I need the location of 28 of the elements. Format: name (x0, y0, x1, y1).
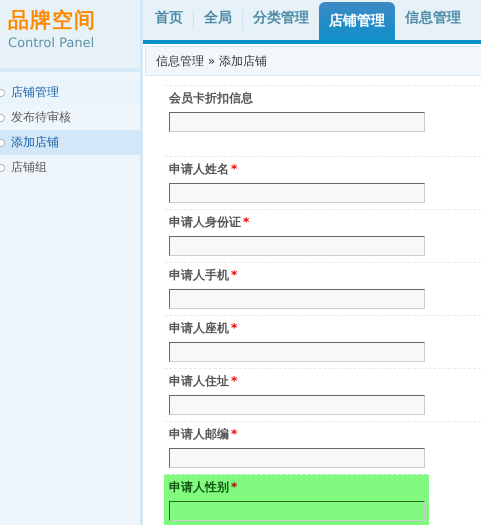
field-label: 申请人手机 * (169, 268, 238, 283)
logo-subtitle: Control Panel (8, 36, 94, 51)
field-label: 申请人住址 * (169, 374, 238, 389)
field-label: 申请人邮编 * (169, 427, 238, 442)
nav-tab[interactable]: 分类管理 (243, 2, 319, 40)
text-input[interactable] (169, 448, 425, 468)
sidebar-item[interactable]: 发布待审核 (0, 105, 140, 130)
nav-tab[interactable]: 店铺管理 (319, 2, 395, 40)
nav-tab[interactable]: 全局 (194, 2, 242, 40)
nav-tab[interactable]: 信息管理 (395, 2, 471, 40)
text-input[interactable] (169, 342, 425, 362)
text-input[interactable] (169, 395, 425, 415)
field-label: 申请人性别 * (169, 480, 238, 495)
field-label: 申请人姓名 * (169, 162, 238, 177)
field-label: 会员卡折扣信息 (169, 91, 254, 106)
text-input[interactable] (169, 289, 425, 309)
logo-title: 品牌空间 (8, 7, 96, 34)
text-input[interactable] (169, 236, 425, 256)
sidebar-item[interactable]: 店铺管理 (0, 80, 140, 105)
nav-tab[interactable]: 首页 (145, 2, 193, 40)
text-input[interactable] (169, 501, 425, 521)
breadcrumb: 信息管理 » 添加店铺 (156, 52, 267, 70)
text-input[interactable] (169, 112, 425, 132)
sidebar-item[interactable]: 添加店铺 (0, 130, 140, 155)
text-input[interactable] (169, 183, 425, 203)
field-label: 申请人身份证 * (169, 215, 250, 230)
field-label: 申请人座机 * (169, 321, 238, 336)
sidebar-item[interactable]: 店铺组 (0, 155, 140, 180)
